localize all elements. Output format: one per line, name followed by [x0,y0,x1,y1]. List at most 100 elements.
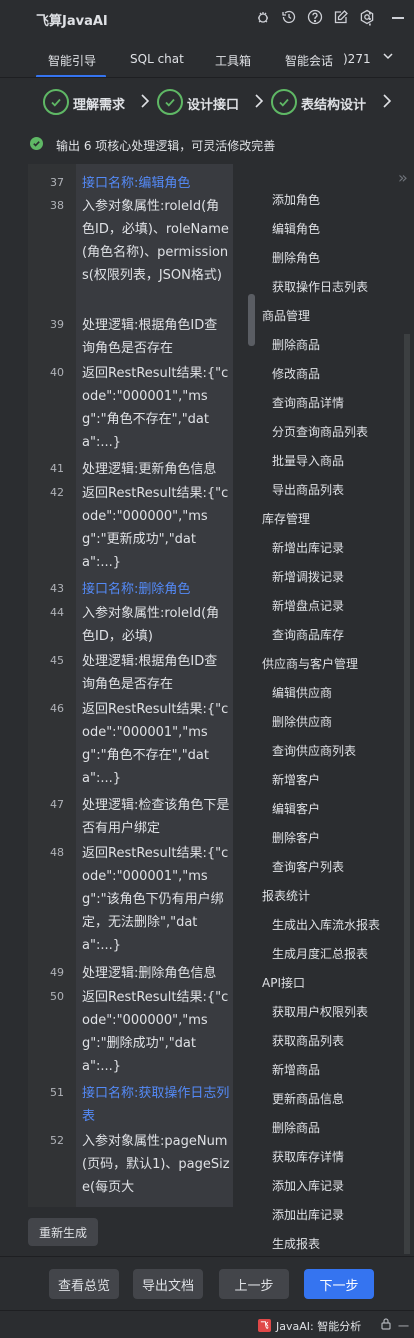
step-understand[interactable]: 理解需求 [73,94,125,113]
divider [0,77,414,78]
history-icon[interactable] [280,8,298,26]
chevron-right-icon [382,93,392,113]
tree-item[interactable]: 分页查询商品列表 [272,423,368,440]
logic-editor[interactable]: 37 接口名称:编辑角色 38 入参对象属性:roleId(角色ID，必填)、r… [28,164,233,1207]
tree-item[interactable]: 添加出库记录 [272,1206,344,1223]
line-text[interactable]: 处理逻辑:根据角色ID查询角色是否存在 [82,650,230,696]
tree-group[interactable]: API接口 [262,974,305,991]
tree-item[interactable]: 导出商品列表 [272,481,344,498]
line-text[interactable]: 返回RestResult结果:{"code":"000000","msg":"更… [82,482,230,574]
line-text[interactable]: 入参对象属性:roleId(角色ID，必填)、roleName(角色名称)、pe… [82,195,230,287]
help-icon[interactable] [306,8,324,26]
tree-item[interactable]: 获取操作日志列表 [272,278,368,295]
title-bar: 飞算JavaAI ⋮ [0,0,414,38]
tab-toolbox[interactable]: 工具箱 [215,52,251,69]
tab-overflow[interactable]: )271 [343,52,371,66]
tree-item[interactable]: 生成出入库流水报表 [272,916,380,933]
tree-item[interactable]: 新增客户 [272,771,320,788]
tree-group[interactable]: 报表统计 [262,887,310,904]
tab-dropdown-icon[interactable] [382,50,394,65]
divider [0,1256,414,1257]
tree-item[interactable]: 编辑供应商 [272,684,332,701]
edit-icon[interactable] [332,8,350,26]
app-title: 飞算JavaAI [36,14,108,29]
tree-item[interactable]: 编辑客户 [272,800,320,817]
line-text[interactable]: 处理逻辑:根据角色ID查询角色是否存在 [82,314,230,360]
step-progress: 理解需求 设计接口 表结构设计 [0,84,414,120]
chevron-right-icon [140,93,150,113]
line-text[interactable]: 处理逻辑:更新角色信息 [82,458,230,481]
tree-item[interactable]: 批量导入商品 [272,452,344,469]
line-text[interactable]: 入参对象属性:pageNum(页码，默认1)、pageSize(每页大 [82,1130,230,1199]
editor-scrollbar[interactable] [248,294,255,346]
line-number: 46 [50,702,64,715]
line-text[interactable]: 返回RestResult结果:{"code":"000001","msg":"该… [82,842,230,957]
status-message: 输出 6 项核心处理逻辑，可灵活修改完善 [0,128,414,160]
tab-smart-chat[interactable]: 智能会话 [285,52,333,69]
tree-item[interactable]: 生成报表 [272,1235,320,1252]
tree-item[interactable]: 删除角色 [272,249,320,266]
line-number: 42 [50,486,64,499]
line-text[interactable]: 返回RestResult结果:{"code":"000001","msg":"角… [82,362,230,454]
tree-item[interactable]: 生成月度汇总报表 [272,945,368,962]
tree-item[interactable]: 添加入库记录 [272,1177,344,1194]
line-number: 49 [50,966,64,979]
tree-item[interactable]: 删除客户 [272,829,320,846]
line-text[interactable]: 接口名称:删除角色 [82,578,230,601]
line-number: 48 [50,846,64,859]
line-text[interactable]: 入参对象属性:roleId(角色ID，必填) [82,602,230,648]
line-text[interactable]: 处理逻辑:删除角色信息 [82,962,230,985]
line-number: 45 [50,654,64,667]
minimize-icon[interactable] [392,17,404,19]
line-number: 47 [50,798,64,811]
step-table-design[interactable]: 表结构设计 [301,94,366,113]
tree-item[interactable]: 新增商品 [272,1061,320,1078]
tree-item[interactable]: 查询商品库存 [272,626,344,643]
tab-smart-guide[interactable]: 智能引导 [48,52,96,69]
tab-sql-chat[interactable]: SQL chat [130,52,184,66]
tree-scrollbar[interactable] [404,334,410,1254]
chevron-right-icon [254,93,264,113]
tree-item[interactable]: 删除商品 [272,1119,320,1136]
previous-step-button[interactable]: 上一步 [219,1269,289,1299]
tree-item[interactable]: 更新商品信息 [272,1090,344,1107]
status-bar-text[interactable]: JavaAI: 智能分析 [276,1318,361,1334]
tree-item[interactable]: 新增盘点记录 [272,597,344,614]
tree-item[interactable]: 修改商品 [272,365,320,382]
tab-bar: 智能引导 SQL chat 工具箱 智能会话 )271 [0,44,414,78]
next-step-button[interactable]: 下一步 [304,1269,374,1299]
line-text[interactable]: 接口名称:编辑角色 [82,172,230,195]
tree-group[interactable]: 供应商与客户管理 [262,655,358,672]
line-text[interactable]: 返回RestResult结果:{"code":"000000","msg":"删… [82,986,230,1078]
tree-item[interactable]: 获取用户权限列表 [272,1003,368,1020]
line-text[interactable]: 处理逻辑:检查该角色下是否有用户绑定 [82,794,230,840]
lock-icon[interactable] [380,1317,392,1333]
step-design-interface[interactable]: 设计接口 [187,94,239,113]
tree-group[interactable]: 商品管理 [262,307,310,324]
tree-item[interactable]: 新增调拨记录 [272,568,344,585]
tree-item[interactable]: 查询供应商列表 [272,742,356,759]
line-number: 40 [50,366,64,379]
tree-item[interactable]: 查询商品详情 [272,394,344,411]
tree-item[interactable]: 获取库存详情 [272,1148,344,1165]
tree-item[interactable]: 编辑角色 [272,220,320,237]
line-text[interactable]: 接口名称:获取操作日志列表 [82,1082,230,1128]
tree-group[interactable]: 库存管理 [262,510,310,527]
bug-icon[interactable] [254,8,272,26]
status-text: 输出 6 项核心处理逻辑，可灵活修改完善 [56,139,276,153]
tree-item[interactable]: 添加角色 [272,191,320,208]
javaai-logo-icon: 飞 [258,1319,271,1332]
line-text[interactable]: 返回RestResult结果:{"code":"000001","msg":"角… [82,698,230,790]
regenerate-button[interactable]: 重新生成 [28,1218,98,1246]
tree-item[interactable]: 获取商品列表 [272,1032,344,1049]
more-options-icon[interactable]: ⋮ [362,9,378,28]
tree-item[interactable]: 查询客户列表 [272,858,344,875]
tree-item[interactable]: 删除商品 [272,336,320,353]
line-number: 39 [50,318,64,331]
check-icon [271,89,297,115]
tree-item[interactable]: 删除供应商 [272,713,332,730]
line-number: 37 [50,176,64,189]
tree-item[interactable]: 新增出库记录 [272,539,344,556]
export-document-button[interactable]: 导出文档 [133,1269,203,1299]
view-overview-button[interactable]: 查看总览 [49,1269,119,1299]
